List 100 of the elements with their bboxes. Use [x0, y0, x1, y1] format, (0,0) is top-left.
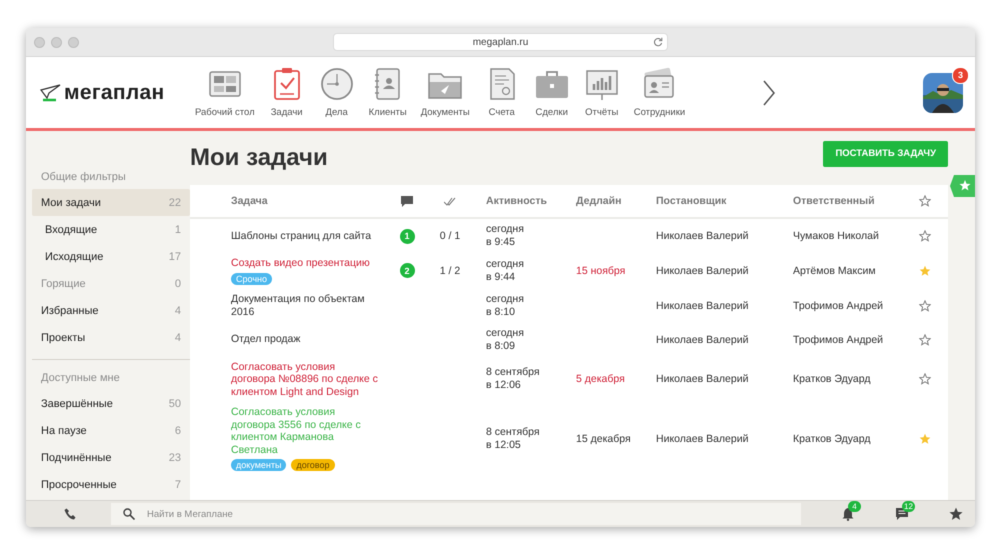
clock-icon	[318, 67, 355, 101]
column-header[interactable]: Задача	[231, 191, 379, 211]
sidebar-item-label: Исходящие	[44, 250, 104, 262]
assignee-name: Кратков Эдуард	[793, 432, 872, 446]
author-name: Николаев Валерий	[656, 264, 750, 279]
search-field[interactable]: Найти в Мегаплане	[111, 503, 801, 525]
sidebar-heading: Доступные мне	[40, 371, 121, 386]
item-count: 7	[174, 478, 181, 490]
author-name: Николаев Валерий	[656, 229, 750, 244]
nav-tab[interactable]: Отчёты	[576, 67, 627, 118]
activity-time: сегодня в 8:09	[485, 326, 525, 354]
sidebar-item[interactable]: Проекты 4	[32, 324, 190, 351]
author-name: Николаев Валерий	[656, 432, 750, 446]
nav-tab[interactable]: Документы	[414, 67, 477, 118]
reload-icon[interactable]	[653, 37, 663, 47]
sidebar-item[interactable]: Мои задачи 22	[32, 189, 190, 216]
sidebar-item-label: Входящие	[44, 224, 98, 236]
comment-count: 1	[400, 228, 414, 244]
sidebar-item-label: Избранные	[41, 304, 99, 316]
subtask-count: 1 / 2	[440, 264, 460, 277]
task-title[interactable]: Согласовать условия договора №08896 по сделке с клиентом Light and Design	[231, 360, 379, 398]
phone-icon[interactable]	[64, 508, 76, 520]
star-icon[interactable]	[919, 195, 931, 207]
comment-count: 2	[400, 263, 414, 278]
sidebar-heading: Общие фильтры	[40, 170, 127, 185]
nav-tab[interactable]: Клиенты	[362, 67, 414, 118]
tag[interactable]: договор	[291, 459, 334, 471]
favorites-tab[interactable]	[950, 175, 975, 197]
column-header[interactable]: Дедлайн	[576, 191, 656, 211]
sidebar-item-label: На паузе	[41, 424, 87, 436]
task-title[interactable]: Шаблоны страниц для сайта	[231, 230, 372, 242]
author-name: Николаев Валерий	[656, 332, 750, 348]
notification-badge: 4	[848, 501, 861, 512]
item-count: 50	[168, 398, 181, 410]
column-header[interactable]: Ответственный	[793, 191, 913, 211]
sidebar-item-label: Завершённые	[41, 398, 113, 410]
item-count: 17	[168, 250, 181, 262]
deadline-date: 5 декабря	[576, 372, 626, 388]
sidebar-item[interactable]: Просроченные 7	[32, 471, 190, 498]
task-title[interactable]: Документация по объектам 2016	[231, 293, 379, 318]
sidebar-item[interactable]: Избранные 4	[32, 297, 190, 324]
logo-text: мегаплан	[64, 80, 164, 104]
address-bar[interactable]: megaplan.ru	[333, 33, 668, 51]
sidebar-item-label: Мои задачи	[41, 196, 101, 208]
item-count: 4	[174, 332, 181, 344]
sidebar-item[interactable]: Исходящие 17	[32, 243, 190, 270]
activity-time: сегодня в 9:45	[485, 222, 525, 250]
task-title[interactable]: Создать видео презентацию	[231, 257, 370, 270]
bell-icon[interactable]	[841, 507, 855, 521]
subtask-count: 0 / 1	[440, 230, 460, 242]
star-icon[interactable]	[919, 264, 931, 277]
sidebar-item-label: Просроченные	[41, 478, 117, 490]
star-icon[interactable]	[919, 432, 931, 444]
item-count: 22	[168, 196, 181, 208]
nav-tab[interactable]: Сотрудники	[626, 67, 692, 118]
address-text: megaplan.ru	[472, 36, 528, 48]
assignee-name: Трофимов Андрей	[793, 298, 884, 314]
notification-badge: 3	[952, 66, 969, 84]
sidebar-item-label: Горящие	[41, 278, 86, 290]
item-count: 1	[174, 224, 181, 236]
nav-tab[interactable]: Рабочий стол	[188, 67, 262, 118]
sidebar-item[interactable]: На паузе 6	[32, 417, 190, 444]
sidebar-item-label: Проекты	[41, 332, 86, 344]
double-check-icon	[444, 196, 456, 206]
message-badge: 12	[902, 501, 915, 512]
author-name: Николаев Валерий	[656, 298, 750, 314]
item-count: 4	[174, 304, 181, 316]
item-count: 6	[174, 424, 181, 436]
nav-tab[interactable]: Сделки	[526, 67, 577, 118]
item-count: 23	[168, 452, 181, 464]
nav-tab[interactable]: Счета	[476, 67, 527, 118]
star-icon[interactable]	[919, 373, 931, 386]
task-title[interactable]: Отдел продаж	[231, 333, 300, 346]
activity-time: сегодня в 8:10	[485, 292, 525, 320]
activity-time: 8 сентября в 12:06	[485, 365, 541, 394]
assignee-name: Чумаков Николай	[793, 229, 880, 244]
star-icon[interactable]	[919, 300, 931, 312]
nav-tab[interactable]: Задачи	[262, 67, 312, 118]
deadline-date: 15 декабря	[576, 432, 632, 446]
page-title: Мои задачи	[190, 144, 328, 172]
assignee-name: Кратков Эдуард	[793, 372, 872, 388]
item-count: 0	[174, 278, 181, 290]
activity-time: сегодня в 9:44	[485, 256, 525, 285]
deadline-date: 15 ноября	[576, 264, 626, 279]
assignee-name: Артёмов Максим	[793, 264, 877, 279]
activity-time: 8 сентября в 12:05	[485, 424, 541, 452]
sidebar-item[interactable]: Подчинённые 23	[32, 444, 190, 471]
nav-tab[interactable]: Дела	[312, 67, 362, 118]
column-header[interactable]: Активность	[465, 190, 576, 212]
star-icon[interactable]	[949, 507, 963, 521]
chevron-right-icon[interactable]	[762, 80, 776, 106]
comment-icon	[401, 196, 413, 206]
star-icon[interactable]	[919, 230, 931, 242]
logo-icon	[40, 84, 62, 102]
sidebar-item[interactable]: Входящие 1	[32, 216, 190, 243]
column-header[interactable]: Постановщик	[656, 191, 793, 211]
sidebar-item[interactable]: Завершённые 50	[32, 390, 190, 417]
assignee-name: Трофимов Андрей	[793, 332, 884, 348]
star-icon[interactable]	[919, 334, 931, 346]
sidebar-item-label: Подчинённые	[41, 452, 112, 464]
